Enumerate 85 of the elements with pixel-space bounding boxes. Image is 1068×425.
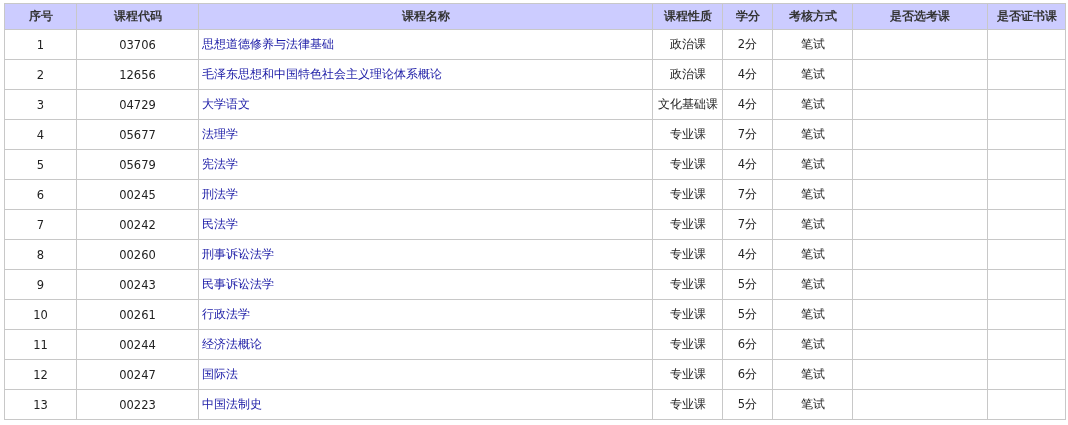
table-cell: 专业课 [652,239,723,270]
table-cell: 7分 [722,209,773,240]
column-header: 考核方式 [772,3,853,30]
course-link[interactable]: 民法学 [202,217,238,231]
table-cell: 4分 [722,239,773,270]
table-cell: 7分 [722,179,773,210]
course-link[interactable]: 法理学 [202,127,238,141]
table-cell: 笔试 [772,239,853,270]
table-cell: 12 [4,359,77,390]
table-cell: 笔试 [772,59,853,90]
course-link[interactable]: 刑事诉讼法学 [202,247,274,261]
table-cell: 专业课 [652,179,723,210]
table-cell: 00242 [76,209,199,240]
table-cell: 政治课 [652,59,723,90]
table-cell: 专业课 [652,329,723,360]
table-cell: 政治课 [652,29,723,60]
table-cell: 2分 [722,29,773,60]
column-header: 序号 [4,3,77,30]
column-header: 学分 [722,3,773,30]
table-cell: 1 [4,29,77,60]
table-cell: 3 [4,89,77,120]
table-cell: 专业课 [652,269,723,300]
table-cell: 笔试 [772,359,853,390]
table-cell: 00223 [76,389,199,420]
table-cell: 专业课 [652,119,723,150]
table-cell: 11 [4,329,77,360]
table-cell: 00243 [76,269,199,300]
table-cell: 12656 [76,59,199,90]
table-cell: 5分 [722,299,773,330]
table-cell: 05677 [76,119,199,150]
course-link[interactable]: 大学语文 [202,97,250,111]
table-cell: 专业课 [652,209,723,240]
table-cell: 00260 [76,239,199,270]
table-cell: 13 [4,389,77,420]
table-cell: 5 [4,149,77,180]
course-link[interactable]: 国际法 [202,367,238,381]
table-cell: 6分 [722,359,773,390]
table-cell: 10 [4,299,77,330]
table-cell: 笔试 [772,329,853,360]
course-link[interactable]: 宪法学 [202,157,238,171]
table-cell: 4分 [722,59,773,90]
table-cell: 笔试 [772,149,853,180]
table-cell: 笔试 [772,89,853,120]
course-link[interactable]: 行政法学 [202,307,250,321]
table-cell: 7分 [722,119,773,150]
table-cell: 笔试 [772,119,853,150]
table-cell: 00244 [76,329,199,360]
table-cell: 4分 [722,149,773,180]
course-link[interactable]: 经济法概论 [202,337,262,351]
table-cell: 4 [4,119,77,150]
table-cell: 专业课 [652,359,723,390]
table-cell: 00261 [76,299,199,330]
table-cell: 9 [4,269,77,300]
table-cell: 笔试 [772,269,853,300]
column-header: 课程代码 [76,3,199,30]
table-cell: 笔试 [772,299,853,330]
course-link[interactable]: 民事诉讼法学 [202,277,274,291]
table-cell: 文化基础课 [652,89,723,120]
table-cell: 6分 [722,329,773,360]
table-cell: 00247 [76,359,199,390]
course-link[interactable]: 思想道德修养与法律基础 [202,37,334,51]
table-cell: 笔试 [772,179,853,210]
table-cell: 05679 [76,149,199,180]
table-cell: 5分 [722,269,773,300]
table-cell: 6 [4,179,77,210]
column-header: 是否证书课 [987,3,1066,30]
table-cell: 03706 [76,29,199,60]
table-cell: 7 [4,209,77,240]
column-header: 课程性质 [652,3,723,30]
course-link[interactable]: 中国法制史 [202,397,262,411]
table-cell: 专业课 [652,299,723,330]
column-header: 是否选考课 [852,3,988,30]
table-cell: 2 [4,59,77,90]
course-link[interactable]: 刑法学 [202,187,238,201]
table-cell: 笔试 [772,389,853,420]
table-cell: 4分 [722,89,773,120]
table-cell: 笔试 [772,209,853,240]
table-cell: 笔试 [772,29,853,60]
table-cell: 00245 [76,179,199,210]
table-cell: 04729 [76,89,199,120]
table-cell: 专业课 [652,149,723,180]
table-cell: 专业课 [652,389,723,420]
table-cell: 5分 [722,389,773,420]
column-header: 课程名称 [198,3,653,30]
table-cell: 8 [4,239,77,270]
